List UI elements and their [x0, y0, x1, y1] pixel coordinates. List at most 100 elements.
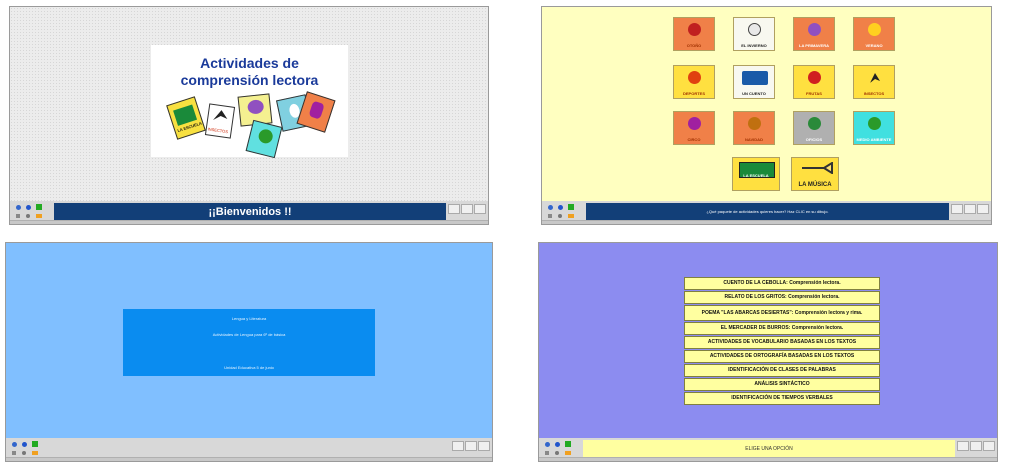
- control-bar: ELIGE UNA OPCIÓN: [539, 438, 997, 461]
- previous-icon[interactable]: [12, 442, 17, 447]
- jester-icon: [688, 117, 701, 130]
- fruit-icon: [808, 71, 821, 84]
- tile-label: OFICIOS: [805, 137, 823, 142]
- insect-icon: [870, 73, 880, 83]
- book-icon: [742, 71, 768, 85]
- grid-stage: OTOÑO EL INVIERNO LA PRIMAVERA VERANO DE…: [542, 7, 991, 203]
- tile-verano[interactable]: VERANO: [853, 17, 895, 51]
- control-bar: ¿Qué paquete de actividades quieres hace…: [542, 201, 991, 224]
- welcome-stage: Actividades de comprensión lectora LA ES…: [10, 7, 488, 203]
- worker-icon: [808, 117, 821, 130]
- help-icon[interactable]: [555, 451, 559, 455]
- card-tree[interactable]: [245, 119, 283, 159]
- tile-primavera[interactable]: LA PRIMAVERA: [793, 17, 835, 51]
- sound-icon[interactable]: [32, 451, 38, 455]
- previous-icon[interactable]: [545, 442, 550, 447]
- menu-item-mercader[interactable]: EL MERCADER DE BURROS: Comprensión lecto…: [684, 322, 880, 335]
- tile-circo[interactable]: CIRCO: [673, 111, 715, 145]
- sound-icon[interactable]: [36, 214, 42, 218]
- counters: [957, 441, 995, 451]
- ball-icon: [688, 71, 701, 84]
- snowman-icon: [748, 23, 761, 36]
- trumpet-icon: [802, 162, 833, 174]
- tile-escuela[interactable]: LA ESCUELA: [732, 157, 780, 191]
- menu-icon[interactable]: [565, 441, 571, 447]
- sound-icon[interactable]: [568, 214, 574, 218]
- tile-otono[interactable]: OTOÑO: [673, 17, 715, 51]
- tile-label: INSECTOS: [863, 91, 885, 96]
- menu-icon[interactable]: [568, 204, 574, 210]
- help-icon[interactable]: [22, 451, 26, 455]
- status-line: [6, 457, 492, 461]
- cover-title-line2: comprensión lectora: [180, 72, 319, 88]
- status-line: [542, 220, 991, 224]
- tile-navidad[interactable]: NAVIDAD: [733, 111, 775, 145]
- tile-frutas[interactable]: FRUTAS: [793, 65, 835, 99]
- message-box: [50, 440, 450, 457]
- status-line: [10, 220, 488, 224]
- help-icon[interactable]: [26, 214, 30, 218]
- insect-icon: [213, 110, 228, 121]
- card-la-escuela[interactable]: LA ESCUELA: [166, 96, 206, 140]
- menu-item-analisis[interactable]: ANÁLISIS SINTÁCTICO: [684, 378, 880, 391]
- welcome-screen: Actividades de comprensión lectora LA ES…: [9, 6, 489, 225]
- info-screen: Lengua y Literatura Actividades de Lengu…: [5, 242, 493, 462]
- tile-cuento[interactable]: UN CUENTO: [733, 65, 775, 99]
- menu-item-cebolla[interactable]: CUENTO DE LA CEBOLLA: Comprensión lector…: [684, 277, 880, 290]
- tree-icon: [868, 117, 881, 130]
- info-subject: Lengua y Literatura: [231, 316, 267, 321]
- next-icon[interactable]: [26, 205, 31, 210]
- tile-label: LA MÚSICA: [798, 182, 832, 188]
- info-icon[interactable]: [16, 214, 20, 218]
- tile-oficios[interactable]: OFICIOS: [793, 111, 835, 145]
- info-description: Actividades de Lengua para 6º de básica: [212, 332, 286, 337]
- info-icon[interactable]: [545, 451, 549, 455]
- menu-item-gritos[interactable]: RELATO DE LOS GRITOS: Comprensión lector…: [684, 291, 880, 304]
- sun-icon: [868, 23, 881, 36]
- tile-label: OTOÑO: [686, 43, 702, 48]
- cover-panel: Actividades de comprensión lectora LA ES…: [151, 45, 348, 159]
- menu-icon[interactable]: [32, 441, 38, 447]
- tile-insectos[interactable]: INSECTOS: [853, 65, 895, 99]
- cover-title: Actividades de comprensión lectora: [151, 55, 348, 89]
- menu-icon[interactable]: [36, 204, 42, 210]
- tile-deportes[interactable]: DEPORTES: [673, 65, 715, 99]
- info-stage: Lengua y Literatura Actividades de Lengu…: [6, 243, 492, 439]
- next-icon[interactable]: [22, 442, 27, 447]
- card-insectos-label: INSECTOS: [207, 126, 229, 135]
- counters: [951, 204, 989, 214]
- tile-label: LA PRIMAVERA: [799, 43, 829, 48]
- menu-item-ortografia[interactable]: ACTIVIDADES DE ORTOGRAFÍA BASADAS EN LOS…: [684, 350, 880, 363]
- counters: [452, 441, 490, 451]
- tile-invierno[interactable]: EL INVIERNO: [733, 17, 775, 51]
- help-icon[interactable]: [558, 214, 562, 218]
- tile-label: LA ESCUELA: [743, 173, 769, 178]
- control-bar: [6, 438, 492, 461]
- info-panel: Lengua y Literatura Actividades de Lengu…: [123, 309, 375, 376]
- message-box: ELIGE UNA OPCIÓN: [583, 440, 955, 457]
- previous-icon[interactable]: [16, 205, 21, 210]
- previous-icon[interactable]: [548, 205, 553, 210]
- info-icon[interactable]: [12, 451, 16, 455]
- sound-icon[interactable]: [565, 451, 571, 455]
- tile-medio-ambiente[interactable]: MEDIO AMBIENTE: [853, 111, 895, 145]
- flower-icon: [808, 23, 821, 36]
- info-school: Unidad Educativa 5 de junio: [224, 365, 274, 370]
- tile-musica[interactable]: LA MÚSICA: [791, 157, 839, 191]
- menu-item-vocabulario[interactable]: ACTIVIDADES DE VOCABULARIO BASADAS EN LO…: [684, 336, 880, 349]
- tile-label: NAVIDAD: [745, 137, 763, 142]
- card-insectos[interactable]: INSECTOS: [204, 103, 236, 139]
- next-icon[interactable]: [558, 205, 563, 210]
- menu-item-tiempos[interactable]: IDENTIFICACIÓN DE TIEMPOS VERBALES: [684, 392, 880, 405]
- tile-label: VERANO: [865, 43, 883, 48]
- message-box: ¡¡Bienvenidos !!: [54, 203, 446, 220]
- message-box: ¿Qué paquete de actividades quieres hace…: [586, 203, 949, 220]
- tile-label: FRUTAS: [806, 91, 822, 96]
- menu-item-clases-palabras[interactable]: IDENTIFICACIÓN DE CLASES DE PALABRAS: [684, 364, 880, 377]
- menu-item-abarcas[interactable]: POEMA "LAS ABARCAS DESIERTAS": Comprensi…: [684, 305, 880, 321]
- tile-label: CIRCO: [687, 137, 701, 142]
- menu-stage: CUENTO DE LA CEBOLLA: Comprensión lector…: [539, 243, 997, 439]
- leaf-icon: [688, 23, 701, 36]
- next-icon[interactable]: [555, 442, 560, 447]
- info-icon[interactable]: [548, 214, 552, 218]
